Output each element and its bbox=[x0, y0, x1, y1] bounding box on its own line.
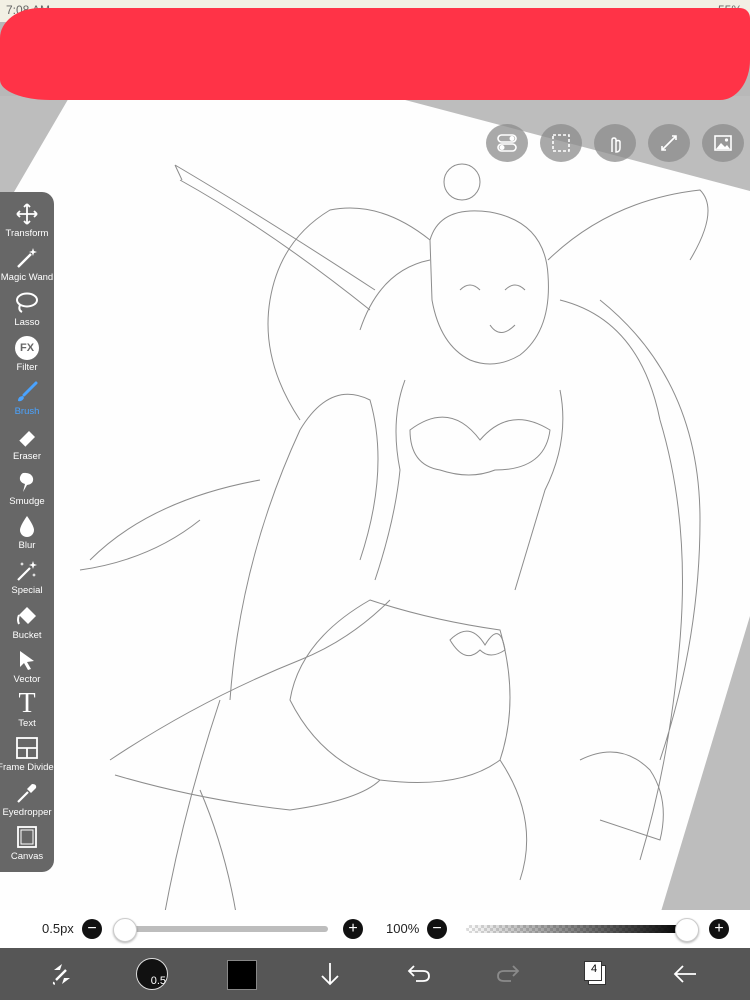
tool-lasso[interactable]: Lasso bbox=[0, 289, 54, 333]
tool-special[interactable]: Special bbox=[0, 557, 54, 601]
opacity-label: 100% bbox=[386, 921, 420, 936]
canvas-quick-tools bbox=[486, 124, 744, 162]
drawing-canvas[interactable] bbox=[0, 96, 750, 948]
tool-sidebar: Transform Magic Wand Lasso FX Filter Bru… bbox=[0, 192, 57, 872]
tool-transform[interactable]: Transform bbox=[0, 200, 54, 244]
text-glyph: T bbox=[18, 688, 36, 719]
undo-icon[interactable] bbox=[403, 958, 435, 990]
special-icon bbox=[15, 557, 39, 585]
opacity-slider[interactable] bbox=[466, 925, 686, 933]
tool-smudge[interactable]: Smudge bbox=[0, 468, 54, 512]
tool-label: Text bbox=[18, 718, 36, 729]
hand-icon[interactable] bbox=[594, 124, 636, 162]
tool-filter[interactable]: FX Filter bbox=[0, 334, 54, 378]
layers-button[interactable]: 4 bbox=[584, 961, 606, 985]
vector-icon bbox=[15, 646, 39, 674]
color-swatch[interactable] bbox=[227, 960, 257, 990]
tool-label: Eyedropper bbox=[2, 807, 52, 818]
toggle-icon[interactable] bbox=[486, 124, 528, 162]
tool-label: Lasso bbox=[14, 317, 40, 328]
canvas-icon bbox=[15, 823, 39, 851]
tool-brush[interactable]: Brush bbox=[0, 378, 54, 422]
swap-tool-icon[interactable] bbox=[46, 958, 78, 990]
redo-icon[interactable] bbox=[492, 958, 524, 990]
tool-label: Filter bbox=[16, 362, 38, 373]
brush-size-knob[interactable] bbox=[113, 918, 137, 942]
frame-divider-icon bbox=[15, 734, 39, 762]
brush-icon bbox=[15, 378, 39, 406]
tool-label: Magic Wand bbox=[0, 272, 54, 283]
tool-label: Transform bbox=[5, 228, 49, 239]
tool-label: Frame Divider bbox=[0, 762, 57, 773]
tool-eraser[interactable]: Eraser bbox=[0, 423, 54, 467]
opacity-decrease-button[interactable]: − bbox=[427, 919, 447, 939]
magic-wand-icon bbox=[15, 244, 39, 272]
brush-size-label: 0.5px bbox=[42, 921, 74, 936]
tool-label: Blur bbox=[18, 540, 36, 551]
tool-bucket[interactable]: Bucket bbox=[0, 602, 54, 646]
opacity-knob[interactable] bbox=[675, 918, 699, 942]
image-icon[interactable] bbox=[702, 124, 744, 162]
tool-label: Brush bbox=[14, 406, 40, 417]
back-arrow-icon[interactable] bbox=[669, 958, 701, 990]
lasso-icon bbox=[14, 289, 40, 317]
eraser-icon bbox=[15, 423, 39, 451]
tool-canvas[interactable]: Canvas bbox=[0, 823, 54, 867]
tool-label: Canvas bbox=[10, 851, 44, 862]
tool-label: Smudge bbox=[9, 496, 45, 507]
brush-preview[interactable]: 0.5 bbox=[136, 958, 168, 990]
brush-sliders: 0.5px − + 100% − + bbox=[0, 910, 750, 948]
text-icon: T bbox=[18, 690, 35, 718]
bottom-toolbar: 0.5 4 bbox=[0, 948, 750, 1000]
tool-text[interactable]: T Text bbox=[0, 690, 54, 734]
tool-eyedropper[interactable]: Eyedropper bbox=[0, 779, 54, 823]
size-increase-button[interactable]: + bbox=[343, 919, 363, 939]
blur-icon bbox=[15, 512, 39, 540]
brush-size-slider[interactable] bbox=[118, 926, 328, 932]
fx-icon: FX bbox=[15, 334, 39, 362]
eyedropper-icon bbox=[15, 779, 39, 807]
redaction-scribble bbox=[0, 8, 750, 100]
opacity-increase-button[interactable]: + bbox=[709, 919, 729, 939]
tool-label: Bucket bbox=[12, 630, 42, 641]
layers-count: 4 bbox=[590, 963, 598, 975]
tool-frame-divider[interactable]: Frame Divider bbox=[0, 734, 57, 778]
smudge-icon bbox=[15, 468, 39, 496]
size-decrease-button[interactable]: − bbox=[82, 919, 102, 939]
brush-size-indicator: 0.5 bbox=[150, 975, 166, 987]
tool-label: Special bbox=[11, 585, 43, 596]
fx-glyph: FX bbox=[15, 336, 39, 360]
bucket-icon bbox=[15, 602, 39, 630]
tool-blur[interactable]: Blur bbox=[0, 512, 54, 556]
selection-icon[interactable] bbox=[540, 124, 582, 162]
tool-label: Vector bbox=[13, 674, 41, 685]
down-arrow-icon[interactable] bbox=[314, 958, 346, 990]
tool-magic-wand[interactable]: Magic Wand bbox=[0, 244, 54, 288]
transform-icon bbox=[15, 200, 39, 228]
tool-vector[interactable]: Vector bbox=[0, 646, 54, 690]
tool-label: Eraser bbox=[13, 451, 41, 462]
ruler-icon[interactable] bbox=[648, 124, 690, 162]
